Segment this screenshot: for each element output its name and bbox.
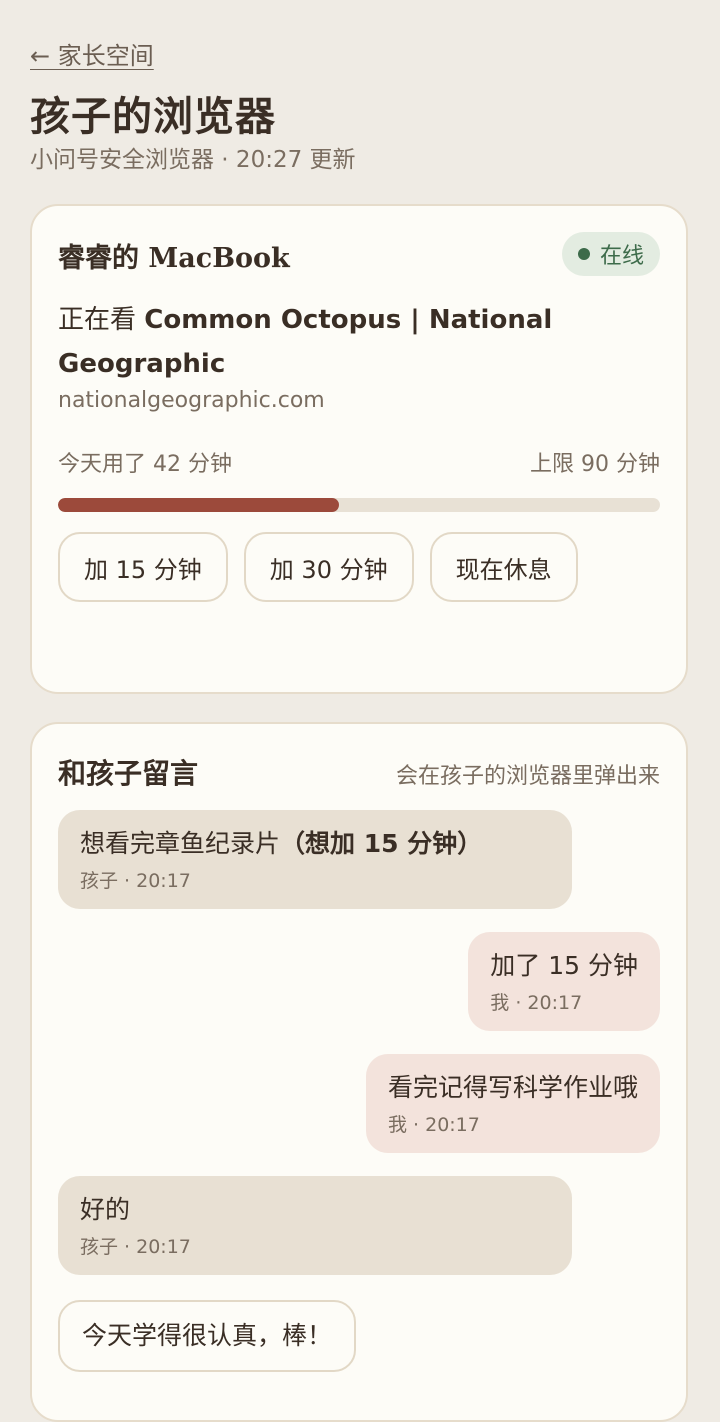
usage-progress-bar — [58, 498, 660, 512]
usage-progress-fill — [58, 498, 340, 512]
back-link[interactable]: ← 家长空间 — [30, 36, 154, 71]
page-subtitle: 小问号安全浏览器 · 20:27 更新 — [30, 147, 356, 173]
device-name: 睿睿的 MacBook — [58, 243, 290, 274]
message-meta: 孩子 · 20:17 — [80, 1236, 191, 1258]
message-text: 看完记得写科学作业哦 — [387, 1073, 638, 1102]
quick-reply-text: 今天学得很认真，棒！ — [82, 1321, 333, 1350]
message-meta: 我 · 20:17 — [490, 992, 583, 1014]
messages-title: 和孩子留言 — [58, 757, 199, 790]
device-card: 睿睿的 MacBook 在线 正在看 Common Octopus | Nati… — [30, 204, 688, 694]
quick-reply-button[interactable]: 今天学得很认真，棒！ — [58, 1300, 357, 1372]
rest-now-button[interactable]: 现在休息 — [429, 532, 578, 602]
add-15-min-button[interactable]: 加 15 分钟 — [58, 532, 228, 602]
message-bubble-child: 想看完章鱼纪录片（想加 15 分钟） 孩子 · 20:17 — [58, 810, 572, 909]
messages-hint: 会在孩子的浏览器里弹出来 — [395, 764, 660, 789]
now-watching: 正在看 Common Octopus | National Geographic — [58, 298, 578, 386]
page-title: 孩子的浏览器 — [30, 93, 276, 140]
status-label: 在线 — [599, 244, 644, 269]
watching-prefix: 正在看 — [58, 305, 145, 335]
message-text: 好的 — [80, 1195, 131, 1224]
messages-card: 和孩子留言 会在孩子的浏览器里弹出来 想看完章鱼纪录片（想加 15 分钟） 孩子… — [30, 722, 688, 1422]
status-badge: 在线 — [561, 232, 660, 276]
message-text: 想看完章鱼纪录片（想加 15 分钟） — [80, 829, 483, 858]
watching-domain: nationalgeographic.com — [58, 388, 325, 413]
online-dot-icon — [577, 248, 590, 260]
message-meta: 我 · 20:17 — [387, 1114, 480, 1136]
usage-limit: 上限 90 分钟 — [530, 452, 660, 477]
message-bubble-parent: 看完记得写科学作业哦 我 · 20:17 — [365, 1054, 660, 1153]
message-bubble-child: 好的 孩子 · 20:17 — [58, 1176, 572, 1275]
usage-today: 今天用了 42 分钟 — [58, 452, 232, 477]
time-actions: 加 15 分钟 加 30 分钟 现在休息 — [58, 532, 578, 602]
message-meta: 孩子 · 20:17 — [80, 870, 191, 892]
add-30-min-button[interactable]: 加 30 分钟 — [243, 532, 414, 602]
message-bubble-parent: 加了 15 分钟 我 · 20:17 — [468, 932, 660, 1031]
message-text: 加了 15 分钟 — [490, 951, 638, 980]
